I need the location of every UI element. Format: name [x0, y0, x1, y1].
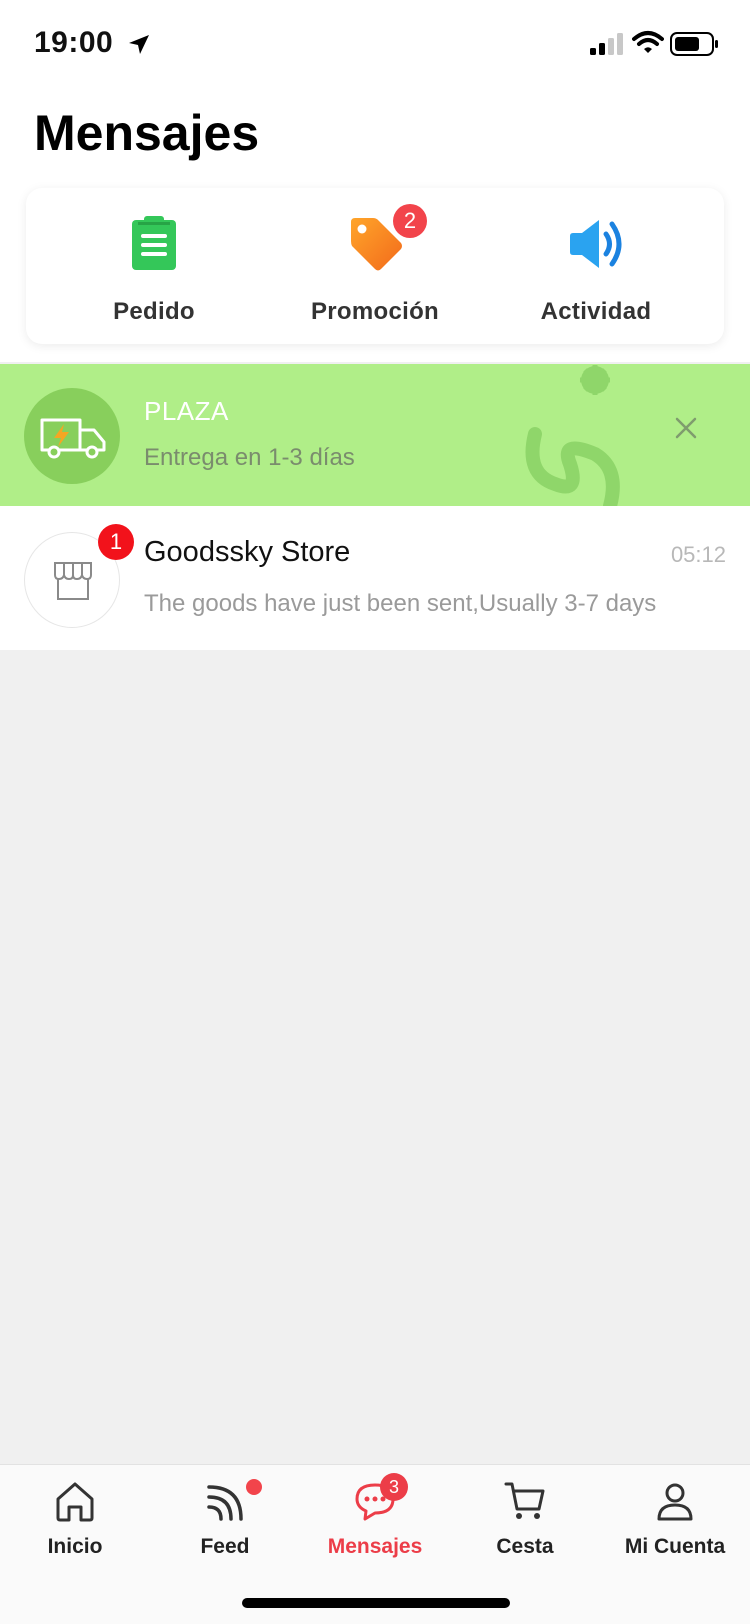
feed-icon	[207, 1485, 243, 1521]
cart-icon	[504, 1482, 545, 1519]
home-indicator	[242, 1598, 510, 1608]
cellular-signal-icon	[590, 33, 623, 55]
tab-label: Mi Cuenta	[624, 1535, 726, 1558]
sender-name: Goodssky Store	[144, 536, 351, 568]
category-label: Actividad	[540, 298, 652, 325]
message-time: 05:12	[670, 542, 726, 567]
tab-label: Mensajes	[327, 1535, 423, 1558]
category-label: Pedido	[113, 298, 195, 325]
category-promocion[interactable]: 2 Promoción	[259, 188, 491, 344]
store-icon	[54, 562, 92, 600]
promo-badge: 2	[393, 204, 427, 238]
category-actividad[interactable]: Actividad	[480, 188, 712, 344]
tab-label: Feed	[200, 1535, 250, 1558]
message-categories: Pedido 2 Promoción Actividad	[26, 188, 724, 344]
home-icon	[56, 1482, 94, 1522]
tab-label: Inicio	[47, 1535, 103, 1558]
unread-badge: 1	[98, 524, 134, 560]
category-label: Promoción	[310, 298, 440, 325]
wifi-icon	[632, 31, 664, 53]
tab-cesta[interactable]: Cesta	[450, 1465, 600, 1575]
clipboard-icon	[132, 216, 176, 270]
banner-icon-circle	[24, 388, 120, 484]
location-arrow-icon	[129, 35, 149, 54]
status-time: 19:00	[34, 26, 114, 59]
tab-mi-cuenta[interactable]: Mi Cuenta	[600, 1465, 750, 1575]
tab-inicio[interactable]: Inicio	[0, 1465, 150, 1575]
tab-feed[interactable]: Feed	[150, 1465, 300, 1575]
feed-notification-dot	[246, 1479, 262, 1495]
tab-label: Cesta	[496, 1535, 554, 1558]
banner-title: PLAZA	[144, 396, 229, 426]
message-preview: The goods have just been sent,Usually 3-…	[144, 590, 657, 617]
close-icon[interactable]	[670, 412, 702, 444]
plaza-banner[interactable]: PLAZA Entrega en 1-3 días	[0, 364, 750, 506]
user-icon	[657, 1483, 693, 1521]
status-bar: 19:00	[0, 0, 750, 90]
category-pedido[interactable]: Pedido	[38, 188, 270, 344]
tab-mensajes[interactable]: 3 Mensajes	[300, 1465, 450, 1575]
messages-badge: 3	[380, 1473, 408, 1501]
banner-subtitle: Entrega en 1-3 días	[144, 444, 355, 471]
battery-icon	[670, 32, 718, 56]
list-item[interactable]: 1 Goodssky Store 05:12 The goods have ju…	[0, 506, 750, 650]
banner-decoration	[525, 365, 620, 506]
speaker-icon	[570, 220, 622, 268]
page-title: Mensajes	[34, 105, 260, 161]
delivery-truck-icon	[40, 418, 106, 459]
